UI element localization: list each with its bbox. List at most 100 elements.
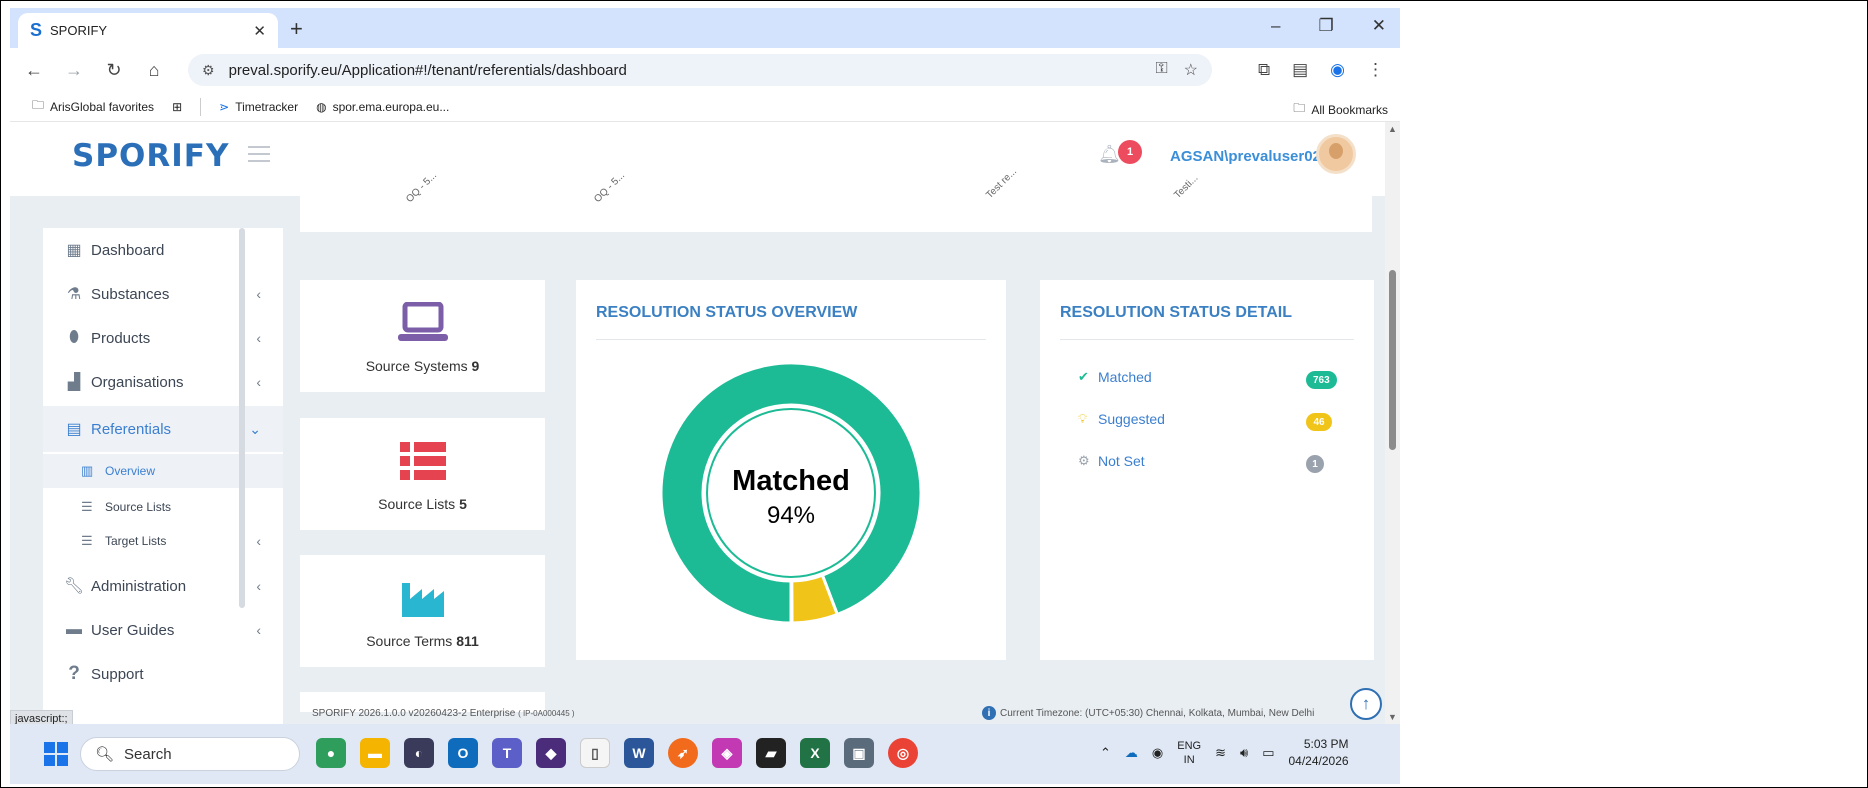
- sidebar-item-administration[interactable]: 🔧︎ Administration ‹: [43, 564, 283, 608]
- dashboard-icon: ▦: [66, 242, 82, 259]
- window-controls: – ❐ ✕: [1271, 16, 1386, 36]
- eclipse-icon[interactable]: ◐: [404, 738, 434, 768]
- sidebar-subitem-overview[interactable]: ▥ Overview: [43, 454, 283, 488]
- home-icon[interactable]: ⌂: [138, 60, 170, 81]
- status-link-hint: javascript:;: [10, 710, 73, 724]
- scroll-to-top-button[interactable]: ↑: [1350, 688, 1382, 720]
- sidebar-item-user-guides[interactable]: ▬ User Guides ‹: [43, 608, 283, 652]
- bookmark-timetracker[interactable]: ⋗ Timetracker: [219, 100, 298, 114]
- bookmark-arisglobal[interactable]: 🗀 ArisGlobal favorites: [32, 96, 154, 117]
- sidebar-item-organisations[interactable]: ▟ Organisations ‹: [43, 360, 283, 404]
- sidebar-scrollbar[interactable]: [239, 228, 245, 608]
- hamburger-menu-icon[interactable]: [248, 146, 270, 167]
- taskbar: 🔍︎ Search ● ▬ ◐ O T ◆ ▯ W ➶ ◈ ▰ X ▣ ◎ ⌃ …: [10, 724, 1400, 784]
- reload-icon[interactable]: ↻: [98, 60, 130, 81]
- sticky-notes-icon[interactable]: ▰: [756, 738, 786, 768]
- sidebar-item-products[interactable]: ⬮ Products ‹: [43, 316, 283, 360]
- bookmark-spor-ema[interactable]: ◍ spor.ema.europa.eu...: [316, 100, 449, 114]
- list-alt-icon: ▤: [66, 421, 82, 438]
- url-text[interactable]: preval.sporify.eu/Application#!/tenant/r…: [229, 62, 1156, 79]
- detail-row-suggested[interactable]: 💡︎ Suggested: [1078, 411, 1165, 427]
- timetracker-icon: ⋗: [219, 99, 230, 114]
- sidebar-item-support[interactable]: ? Support: [43, 652, 283, 696]
- close-tab-icon[interactable]: ✕: [253, 22, 266, 40]
- scroll-thumb[interactable]: [1389, 270, 1396, 450]
- sporify-logo[interactable]: SPORIFY: [72, 138, 229, 174]
- site-info-icon[interactable]: ⚙: [202, 62, 215, 79]
- teams-icon[interactable]: T: [492, 738, 522, 768]
- close-window-icon[interactable]: ✕: [1372, 16, 1386, 36]
- reading-list-icon[interactable]: ▤: [1292, 60, 1308, 80]
- sidebar-item-substances[interactable]: ⚗ Substances ‹: [43, 272, 283, 316]
- chrome-icon[interactable]: ◎: [888, 738, 918, 768]
- all-bookmarks-label: All Bookmarks: [1311, 102, 1388, 117]
- flask-icon: ⚗: [66, 286, 82, 303]
- terminal-app-icon[interactable]: ▣: [844, 738, 874, 768]
- language-indicator[interactable]: ENG IN: [1177, 739, 1201, 767]
- stat-card-source-terms[interactable]: Source Terms 811: [300, 555, 545, 667]
- notepad-icon[interactable]: ▯: [580, 738, 610, 768]
- stat-card-source-systems[interactable]: Source Systems 9: [300, 280, 545, 392]
- stat-card-source-lists[interactable]: Source Lists 5: [300, 418, 545, 530]
- donut-center-label: Matched: [732, 465, 850, 497]
- sidebar-item-referentials[interactable]: ▤ Referentials ⌄: [43, 406, 283, 452]
- profile-icon[interactable]: ◉: [1330, 60, 1345, 80]
- sidebar-item-dashboard[interactable]: ▦ Dashboard: [43, 228, 283, 272]
- onedrive-icon[interactable]: ☁: [1125, 745, 1138, 761]
- notification-badge[interactable]: 1: [1118, 140, 1142, 164]
- taskbar-search[interactable]: 🔍︎ Search: [80, 737, 300, 771]
- avatar[interactable]: [1316, 134, 1356, 174]
- people-app-icon[interactable]: ●: [316, 738, 346, 768]
- minimize-icon[interactable]: –: [1271, 16, 1280, 36]
- menu-dots-icon[interactable]: ⋮: [1367, 60, 1384, 80]
- wrench-icon: 🔧︎: [63, 578, 85, 595]
- detail-row-not-set[interactable]: ⚙ Not Set: [1078, 453, 1145, 469]
- vs-icon[interactable]: ◆: [536, 738, 566, 768]
- file-explorer-icon[interactable]: ▬: [360, 738, 390, 768]
- clock[interactable]: 5:03 PM 04/24/2026: [1289, 736, 1349, 770]
- windows-start-icon[interactable]: [44, 742, 68, 766]
- restore-icon[interactable]: ❐: [1319, 16, 1334, 36]
- taskbar-apps: ● ▬ ◐ O T ◆ ▯ W ➶ ◈ ▰ X ▣ ◎: [316, 738, 918, 768]
- detail-row-matched[interactable]: ✔ Matched: [1078, 369, 1152, 385]
- scroll-down-icon[interactable]: ▼: [1388, 712, 1397, 722]
- battery-icon[interactable]: ▭: [1262, 745, 1274, 761]
- sidebar-subitem-source-lists[interactable]: ☰ Source Lists: [43, 490, 283, 524]
- donut-slice-not-set[interactable]: [789, 579, 794, 625]
- address-bar[interactable]: ⚙ preval.sporify.eu/Application#!/tenant…: [188, 54, 1212, 86]
- page-scrollbar[interactable]: ▲ ▼: [1385, 122, 1400, 724]
- m365-icon[interactable]: ◈: [712, 738, 742, 768]
- user-name[interactable]: AGSAN\prevaluser02: [1170, 148, 1321, 165]
- extensions-icon[interactable]: ⧉: [1258, 60, 1270, 80]
- new-tab-button[interactable]: +: [290, 16, 303, 42]
- chart-strip: OQ - 5... OQ - 5... Test re... Testi...: [300, 166, 1372, 232]
- donut-center-value: 94%: [766, 502, 816, 529]
- bookmark-divider: [200, 97, 202, 116]
- excel-icon[interactable]: X: [800, 738, 830, 768]
- back-icon[interactable]: ←: [18, 60, 50, 81]
- timezone-info: i Current Timezone: (UTC+05:30) Chennai,…: [982, 706, 1314, 720]
- page-viewport: SPORIFY 🔔︎ 1 AGSAN\prevaluser02 OQ - 5..…: [10, 122, 1385, 724]
- outlook-icon[interactable]: O: [448, 738, 478, 768]
- word-icon[interactable]: W: [624, 738, 654, 768]
- compass-app-icon[interactable]: ➶: [668, 738, 698, 768]
- scroll-up-icon[interactable]: ▲: [1388, 124, 1397, 134]
- sidebar-subitem-target-lists[interactable]: ☰ Target Lists ‹: [43, 524, 283, 558]
- all-bookmarks[interactable]: 🗀 All Bookmarks: [1293, 99, 1388, 120]
- resolution-detail-panel: RESOLUTION STATUS DETAIL ✔ Matched 763 💡…: [1040, 280, 1374, 660]
- password-key-icon[interactable]: ⚿: [1155, 60, 1167, 80]
- vpn-icon[interactable]: ◉: [1152, 745, 1163, 761]
- sidebar-item-label: Support: [91, 665, 144, 683]
- wifi-icon[interactable]: ≋: [1215, 745, 1226, 761]
- forward-icon[interactable]: →: [58, 60, 90, 81]
- chevron-up-icon[interactable]: ⌃: [1100, 745, 1111, 761]
- chevron-left-icon: ‹: [256, 374, 261, 390]
- bookmark-star-icon[interactable]: ☆: [1184, 60, 1198, 80]
- browser-tab[interactable]: S SPORIFY ✕: [18, 13, 278, 48]
- list-icon: ☰: [81, 533, 93, 548]
- volume-icon[interactable]: 🔊︎: [1240, 745, 1248, 761]
- screen-frame: S SPORIFY ✕ + – ❐ ✕ ← → ↻ ⌂ ⚙ preval.spo…: [0, 0, 1868, 788]
- detail-label: Matched: [1098, 369, 1152, 385]
- build-id: ( IP-0A000445 ): [518, 709, 575, 718]
- apps-grid-icon[interactable]: ⊞: [172, 100, 182, 114]
